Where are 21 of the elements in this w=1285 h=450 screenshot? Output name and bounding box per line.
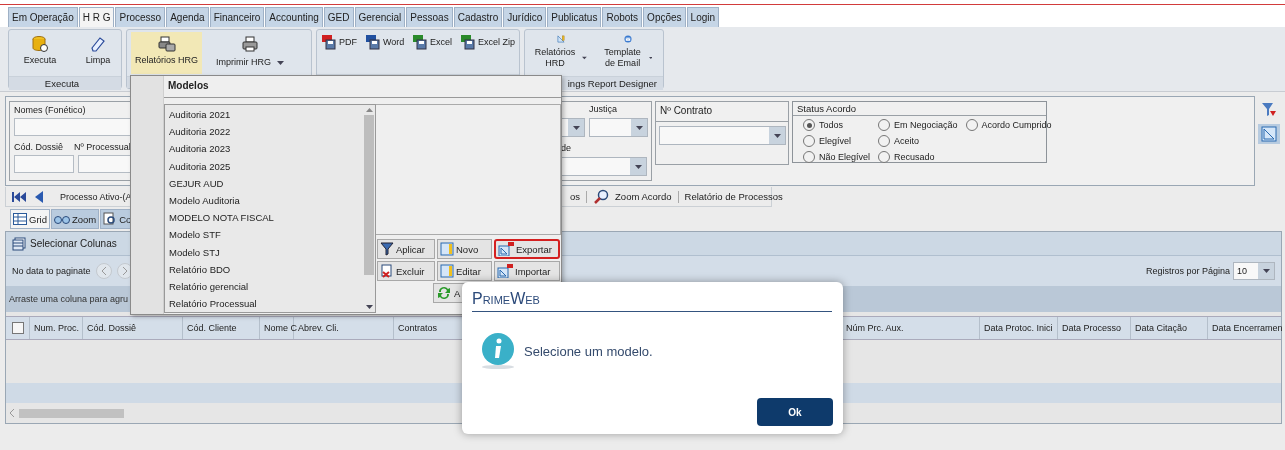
radio-label: Elegível	[819, 136, 852, 146]
radio-label: Recusado	[894, 152, 935, 162]
toolbar-label: Processo Ativo-(A	[60, 191, 132, 202]
dropdown-title: Modelos	[164, 76, 561, 98]
dialog-message: Selecione um modelo.	[524, 343, 653, 359]
pager-text: No data to paginate	[12, 266, 91, 276]
field-label: Justiça	[589, 104, 617, 114]
radio-label: Em Negociação	[894, 120, 958, 130]
radio-label: Não Elegível	[819, 152, 871, 162]
field-label: Cód. Dossiê	[14, 142, 65, 152]
dialog-title: PrimeWeb	[472, 290, 832, 312]
field-label: Nomes (Fonético)	[14, 105, 86, 115]
group-caption: Executa	[9, 76, 121, 90]
panel-title: Status Acordo	[793, 102, 1046, 116]
radio-label: Todos	[819, 120, 844, 130]
radio-label: Acordo Cumprido	[981, 120, 1052, 130]
radio-label: Aceito	[894, 136, 920, 146]
group-hint: Arraste uma coluna para agru	[9, 294, 129, 304]
field-label: Nº Processual	[74, 142, 131, 152]
field-label: Registros por Página	[1145, 266, 1230, 276]
field-label: Nº Contrato	[656, 102, 788, 122]
